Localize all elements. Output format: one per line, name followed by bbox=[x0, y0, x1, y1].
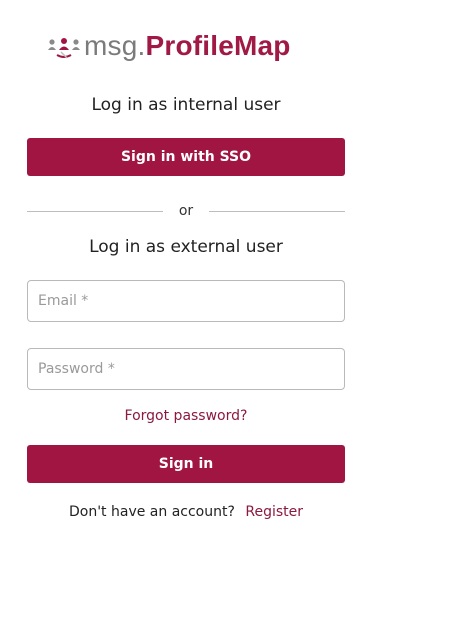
password-field[interactable] bbox=[27, 348, 345, 390]
divider-label: or bbox=[178, 203, 194, 219]
internal-login-heading: Log in as internal user bbox=[91, 95, 281, 115]
register-link[interactable]: Register bbox=[245, 504, 303, 520]
divider-line-right bbox=[209, 210, 346, 212]
brand-name: ProfileMap bbox=[145, 30, 291, 61]
sign-in-button[interactable]: Sign in bbox=[27, 445, 345, 483]
sign-in-sso-button[interactable]: Sign in with SSO bbox=[27, 138, 345, 176]
divider-line-left bbox=[27, 210, 163, 212]
register-prompt: Don't have an account? bbox=[68, 504, 235, 520]
email-field[interactable] bbox=[27, 280, 345, 322]
people-network-icon bbox=[48, 38, 80, 59]
forgot-password-link[interactable]: Forgot password? bbox=[27, 408, 345, 424]
brand-prefix: msg. bbox=[84, 30, 146, 61]
register-row: Don't have an account? Register bbox=[27, 504, 345, 520]
or-divider: or bbox=[27, 202, 346, 220]
external-login-heading: Log in as external user bbox=[89, 237, 283, 257]
login-page: msg. ProfileMap Log in as internal user … bbox=[0, 0, 462, 617]
brand-logo: msg. ProfileMap bbox=[47, 28, 291, 64]
